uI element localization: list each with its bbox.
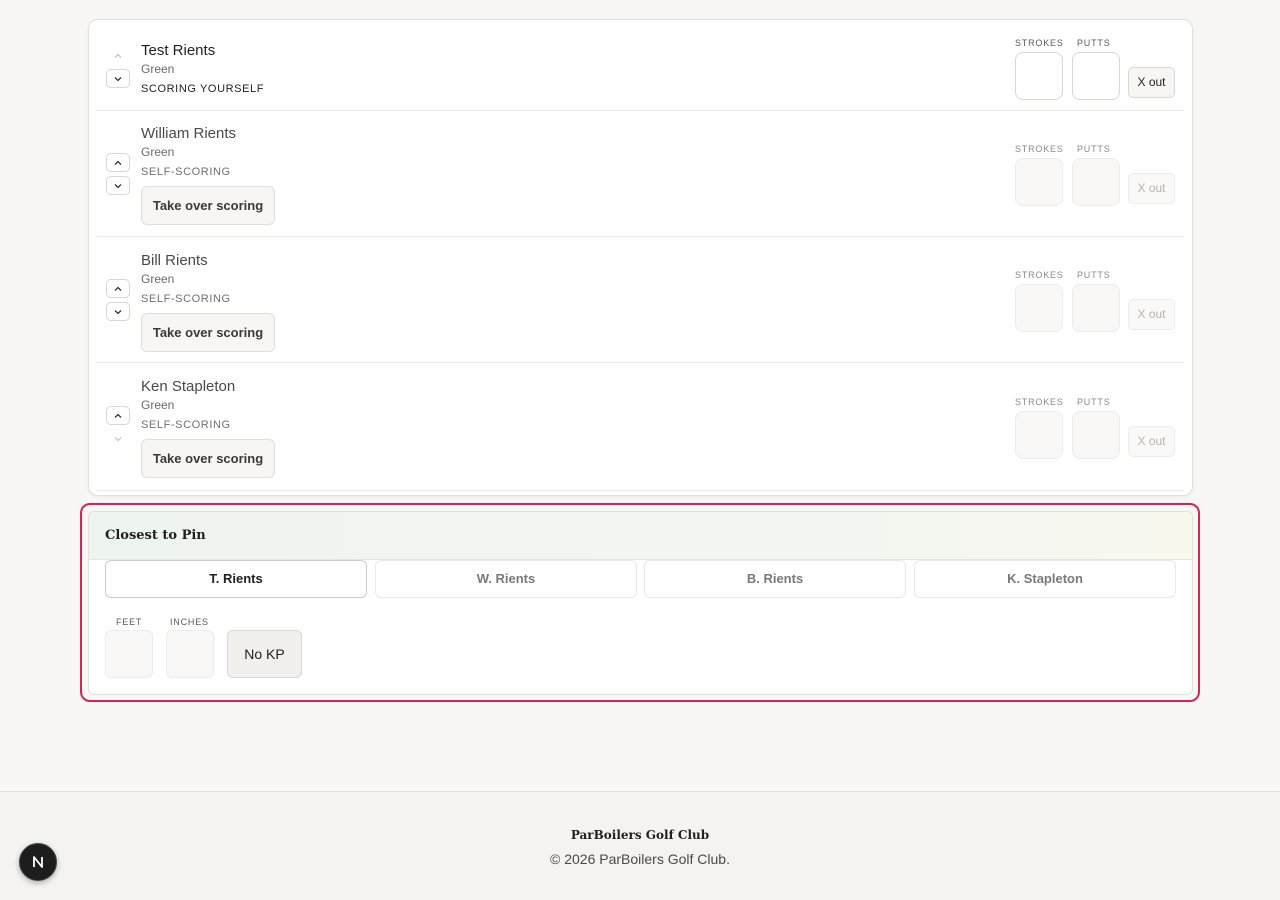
player-tee: Green bbox=[141, 62, 175, 76]
closest-to-pin-card: Closest to Pin T. Rients W. Rients B. Ri… bbox=[88, 511, 1193, 695]
strokes-input[interactable] bbox=[1015, 52, 1063, 100]
putts-input[interactable] bbox=[1072, 158, 1120, 206]
players-card: Test Rients Green SCORING YOURSELF STROK… bbox=[88, 19, 1193, 496]
chevron-up-icon bbox=[114, 413, 122, 418]
player-info: Ken Stapleton Green SELF-SCORING Take ov… bbox=[141, 378, 275, 478]
putts-label: PUTTS bbox=[1077, 144, 1111, 154]
xout-button[interactable]: X out bbox=[1128, 67, 1175, 98]
strokes-label: STROKES bbox=[1015, 270, 1064, 280]
nextjs-dev-badge[interactable] bbox=[19, 843, 57, 881]
xout-button[interactable]: X out bbox=[1128, 426, 1175, 457]
kp-tab-w-rients[interactable]: W. Rients bbox=[375, 560, 637, 598]
kp-tab-t-rients[interactable]: T. Rients bbox=[105, 560, 367, 598]
move-up-button[interactable] bbox=[106, 406, 130, 425]
scoring-status: SELF-SCORING bbox=[141, 419, 231, 431]
scoring-status: SCORING YOURSELF bbox=[141, 83, 265, 95]
inches-input[interactable] bbox=[166, 630, 214, 678]
strokes-input[interactable] bbox=[1015, 158, 1063, 206]
move-down-button[interactable] bbox=[106, 429, 130, 448]
player-name: Ken Stapleton bbox=[141, 378, 236, 395]
player-row: Ken Stapleton Green SELF-SCORING Take ov… bbox=[97, 363, 1184, 491]
take-over-scoring-button[interactable]: Take over scoring bbox=[141, 186, 275, 225]
nextjs-n-icon bbox=[33, 856, 43, 868]
strokes-label: STROKES bbox=[1015, 38, 1064, 48]
chevron-up-icon bbox=[114, 286, 122, 291]
inches-label: INCHES bbox=[170, 617, 209, 627]
feet-input[interactable] bbox=[105, 630, 153, 678]
footer-club-name: ParBoilers Golf Club bbox=[570, 828, 710, 842]
player-tee: Green bbox=[141, 398, 175, 412]
take-over-scoring-button[interactable]: Take over scoring bbox=[141, 439, 275, 478]
player-tee: Green bbox=[141, 272, 175, 286]
strokes-input[interactable] bbox=[1015, 411, 1063, 459]
putts-label: PUTTS bbox=[1077, 397, 1111, 407]
putts-input[interactable] bbox=[1072, 411, 1120, 459]
chevron-down-icon bbox=[114, 309, 122, 314]
player-row: Test Rients Green SCORING YOURSELF STROK… bbox=[97, 20, 1184, 111]
closest-to-pin-header: Closest to Pin bbox=[89, 512, 1192, 560]
player-info: William Rients Green SELF-SCORING Take o… bbox=[141, 125, 275, 225]
player-row: Bill Rients Green SELF-SCORING Take over… bbox=[97, 237, 1184, 363]
move-down-button[interactable] bbox=[106, 176, 130, 195]
move-down-button[interactable] bbox=[106, 69, 130, 88]
chevron-down-icon bbox=[114, 436, 122, 441]
move-down-button[interactable] bbox=[106, 302, 130, 321]
putts-input[interactable] bbox=[1072, 284, 1120, 332]
closest-to-pin-title: Closest to Pin bbox=[105, 528, 206, 543]
chevron-up-icon bbox=[114, 53, 122, 58]
footer-copyright: © 2026 ParBoilers Golf Club. bbox=[550, 851, 730, 867]
strokes-input[interactable] bbox=[1015, 284, 1063, 332]
strokes-label: STROKES bbox=[1015, 397, 1064, 407]
xout-button[interactable]: X out bbox=[1128, 173, 1175, 204]
chevron-down-icon bbox=[114, 76, 122, 81]
move-up-button[interactable] bbox=[106, 279, 130, 298]
page: Test Rients Green SCORING YOURSELF STROK… bbox=[0, 0, 1280, 900]
kp-tab-k-stapleton[interactable]: K. Stapleton bbox=[914, 560, 1176, 598]
footer: ParBoilers Golf Club © 2026 ParBoilers G… bbox=[0, 791, 1280, 900]
putts-label: PUTTS bbox=[1077, 38, 1111, 48]
kp-tab-b-rients[interactable]: B. Rients bbox=[644, 560, 906, 598]
player-row: William Rients Green SELF-SCORING Take o… bbox=[97, 111, 1184, 237]
move-up-button[interactable] bbox=[106, 153, 130, 172]
player-name: Bill Rients bbox=[141, 252, 208, 269]
player-name: William Rients bbox=[141, 125, 237, 142]
player-name: Test Rients bbox=[141, 42, 216, 59]
scoring-status: SELF-SCORING bbox=[141, 293, 231, 305]
strokes-label: STROKES bbox=[1015, 144, 1064, 154]
move-up-button[interactable] bbox=[106, 46, 130, 65]
player-tee: Green bbox=[141, 145, 175, 159]
putts-input[interactable] bbox=[1072, 52, 1120, 100]
player-info: Test Rients Green SCORING YOURSELF bbox=[141, 42, 264, 96]
feet-label: FEET bbox=[116, 617, 143, 627]
take-over-scoring-button[interactable]: Take over scoring bbox=[141, 313, 275, 352]
player-info: Bill Rients Green SELF-SCORING Take over… bbox=[141, 252, 275, 352]
xout-button[interactable]: X out bbox=[1128, 299, 1175, 330]
chevron-down-icon bbox=[114, 183, 122, 188]
no-kp-button[interactable]: No KP bbox=[227, 630, 302, 678]
putts-label: PUTTS bbox=[1077, 270, 1111, 280]
scoring-status: SELF-SCORING bbox=[141, 166, 231, 178]
chevron-up-icon bbox=[114, 160, 122, 165]
